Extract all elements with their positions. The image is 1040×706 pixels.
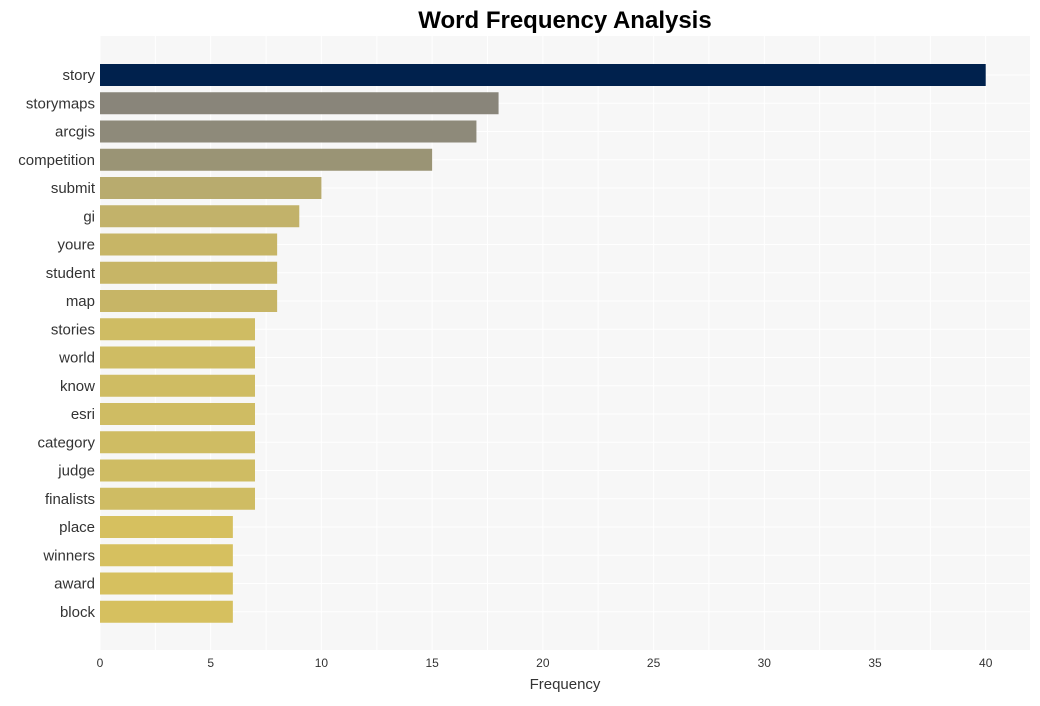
x-tick-label: 10 xyxy=(315,656,329,670)
bar-story xyxy=(100,64,986,86)
bar-arcgis xyxy=(100,120,477,143)
y-tick-label: stories xyxy=(51,321,95,338)
y-tick-label: esri xyxy=(71,406,95,423)
bar-map xyxy=(100,290,278,312)
y-tick-label: winners xyxy=(42,547,95,564)
bar-winners xyxy=(100,544,233,567)
x-tick-label: 40 xyxy=(979,656,993,670)
x-axis-ticks: 0 5 10 15 20 25 30 35 40 xyxy=(97,656,993,670)
bar-award xyxy=(100,572,233,595)
x-tick-label: 20 xyxy=(536,656,550,670)
x-tick-label: 5 xyxy=(207,656,214,670)
bar-world xyxy=(100,346,255,369)
y-tick-label: competition xyxy=(18,152,95,169)
bar-storymaps xyxy=(100,92,499,115)
bar-judge xyxy=(100,459,255,482)
y-tick-label: world xyxy=(58,350,95,367)
y-tick-label: judge xyxy=(57,463,95,480)
bar-finalists xyxy=(100,487,255,510)
y-tick-label: map xyxy=(66,293,95,310)
bar-know xyxy=(100,374,255,397)
y-tick-label: arcgis xyxy=(55,124,95,141)
x-tick-label: 35 xyxy=(868,656,882,670)
bar-student xyxy=(100,261,278,284)
bar-competition xyxy=(100,148,433,171)
y-tick-label: know xyxy=(60,378,95,395)
y-tick-label: block xyxy=(60,604,96,621)
y-tick-label: award xyxy=(54,576,95,593)
x-tick-label: 25 xyxy=(647,656,661,670)
y-tick-label: place xyxy=(59,519,95,536)
bar-esri xyxy=(100,403,255,425)
bar-stories xyxy=(100,318,255,341)
x-tick-label: 30 xyxy=(758,656,772,670)
y-tick-label: category xyxy=(37,434,95,451)
y-tick-label: student xyxy=(46,265,96,282)
x-tick-label: 15 xyxy=(425,656,439,670)
y-axis-labels: story storymaps arcgis competition submit gi y… xyxy=(18,67,96,621)
bar-place xyxy=(100,516,233,538)
bar-gi xyxy=(100,205,300,228)
y-tick-label: gi xyxy=(83,208,95,225)
x-tick-label: 0 xyxy=(97,656,104,670)
bar-submit xyxy=(100,177,322,199)
bar-chart: Word Frequency Analysis story storymaps ar… xyxy=(18,7,1030,693)
y-tick-label: youre xyxy=(57,237,95,254)
y-tick-label: storymaps xyxy=(26,95,95,112)
chart-title: Word Frequency Analysis xyxy=(418,7,711,34)
bar-youre xyxy=(100,233,278,256)
y-tick-label: finalists xyxy=(45,491,95,508)
bar-block xyxy=(100,600,233,623)
x-axis-label: Frequency xyxy=(530,676,601,693)
y-tick-label: submit xyxy=(51,180,96,197)
bar-category xyxy=(100,431,255,454)
y-tick-label: story xyxy=(62,67,95,84)
